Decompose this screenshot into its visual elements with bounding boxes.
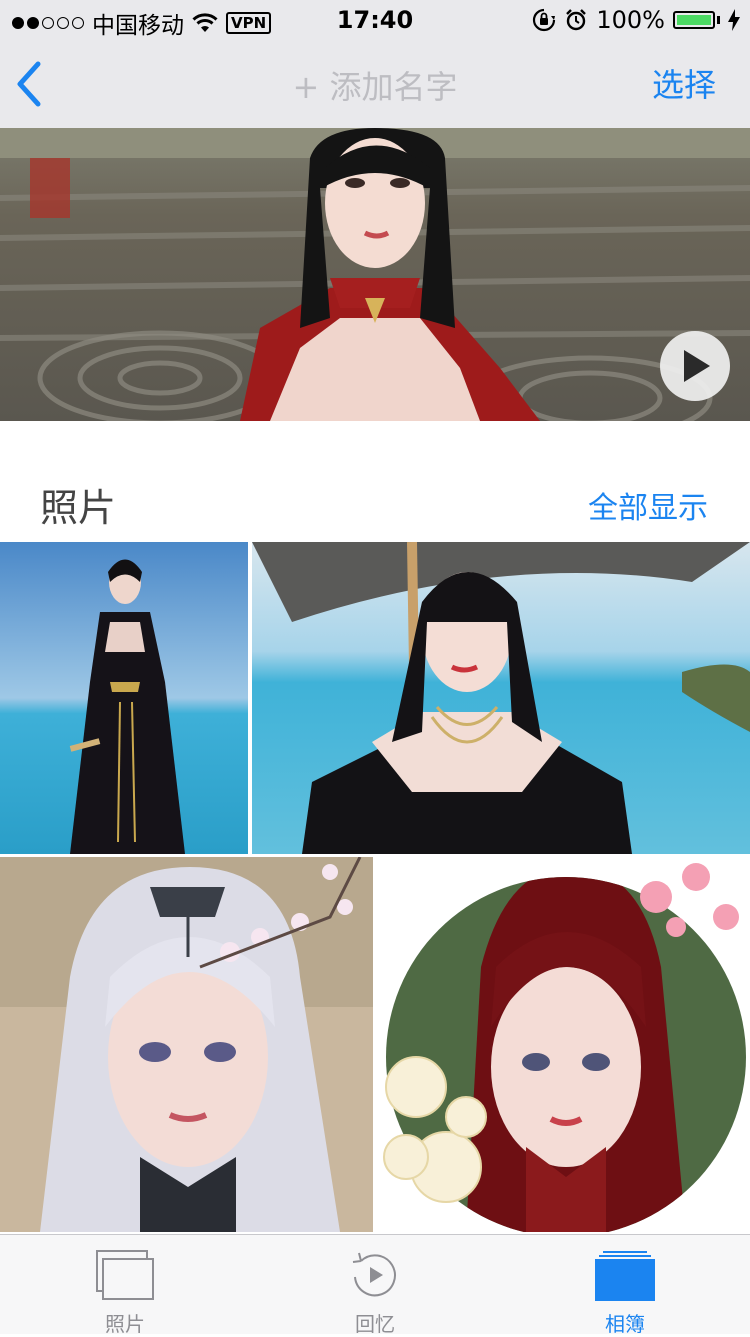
album-video-preview[interactable]: [0, 128, 750, 421]
battery-percent: 100%: [596, 6, 665, 34]
photo-thumbnail[interactable]: [0, 857, 373, 1232]
tab-memories[interactable]: 回忆: [250, 1235, 500, 1336]
section-title: 照片: [40, 486, 117, 530]
memories-icon: [352, 1252, 396, 1297]
photo-thumbnail[interactable]: [0, 542, 248, 854]
tab-label: 回忆: [355, 1312, 395, 1336]
navigation-bar: + 添加名字 选择: [0, 40, 750, 128]
tab-bar: 照片 回忆 相簿: [0, 1234, 750, 1336]
photo-thumbnail[interactable]: [376, 857, 750, 1232]
rotation-lock-icon: [533, 8, 556, 32]
albums-icon: [595, 1251, 655, 1301]
photos-icon: [96, 1250, 154, 1300]
alarm-icon: [566, 9, 587, 31]
select-button[interactable]: 选择: [652, 60, 716, 106]
tab-label: 照片: [105, 1312, 145, 1336]
tab-label: 相簿: [605, 1312, 645, 1336]
battery-fill: [677, 15, 711, 25]
battery-tip: [717, 16, 720, 24]
video-thumbnail: [0, 128, 750, 421]
tab-photos[interactable]: 照片: [0, 1235, 250, 1336]
tab-albums[interactable]: 相簿: [500, 1235, 750, 1336]
play-button[interactable]: [660, 331, 730, 401]
show-all-button[interactable]: 全部显示: [588, 483, 708, 527]
status-bar: 中国移动 VPN 17:40 100%: [0, 0, 750, 40]
photos-section-header: 照片 全部显示: [0, 421, 750, 541]
status-right: 100%: [532, 6, 740, 34]
battery-icon: [673, 11, 715, 29]
add-name-title[interactable]: + 添加名字: [0, 62, 750, 108]
play-icon: [684, 350, 710, 382]
charging-icon: [728, 9, 740, 31]
photo-thumbnail[interactable]: [252, 542, 750, 854]
